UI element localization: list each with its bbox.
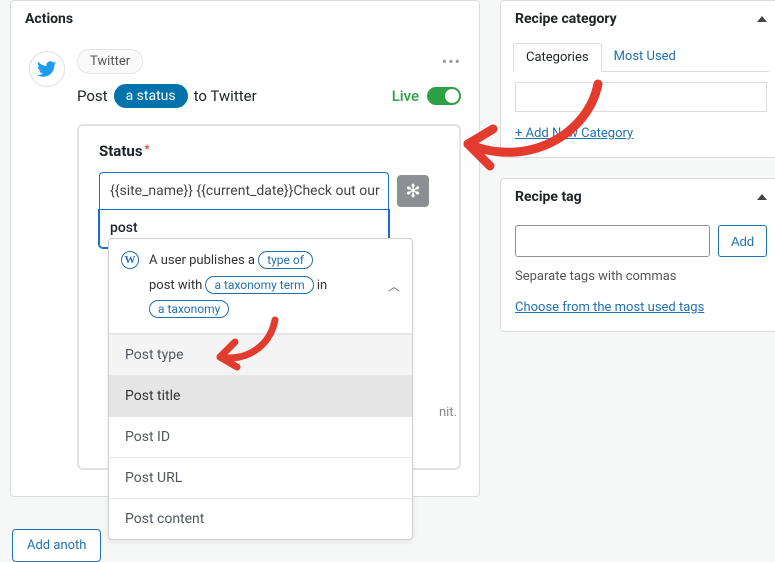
dropdown-item-post-title[interactable]: Post title: [109, 375, 412, 416]
tag-hint: Separate tags with commas: [515, 269, 767, 284]
collapse-icon[interactable]: [757, 194, 767, 200]
dropdown-trigger-header[interactable]: W A user publishes a type of post with a…: [109, 239, 412, 334]
status-label: Status: [99, 142, 143, 160]
service-pill[interactable]: Twitter: [77, 49, 143, 74]
twitter-icon: [29, 51, 65, 87]
status-pill[interactable]: a status: [114, 84, 188, 108]
dropdown-item-post-content[interactable]: Post content: [109, 498, 412, 539]
tab-most-used[interactable]: Most Used: [602, 43, 688, 71]
dropdown-item-post-id[interactable]: Post ID: [109, 416, 412, 457]
token-taxonomy[interactable]: a taxonomy: [149, 300, 229, 318]
wordpress-icon: W: [121, 251, 139, 269]
add-another-button[interactable]: Add anoth: [12, 529, 101, 562]
live-label: Live: [392, 87, 419, 105]
recipe-tag-panel: Recipe tag Add Separate tags with commas…: [500, 178, 775, 332]
live-toggle[interactable]: [427, 87, 461, 105]
add-new-category-link[interactable]: + Add New Category: [515, 126, 633, 141]
action-menu-icon[interactable]: •••: [442, 52, 461, 71]
actions-header: Actions: [11, 1, 479, 37]
token-taxonomy-term[interactable]: a taxonomy term: [205, 276, 313, 294]
token-dropdown: W A user publishes a type of post with a…: [108, 238, 413, 540]
dropdown-item-post-type[interactable]: Post type: [109, 334, 412, 375]
chevron-up-icon[interactable]: ︿: [388, 278, 400, 295]
sentence-pre: Post: [77, 87, 108, 105]
status-text-line1[interactable]: {{site_name}} {{current_date}}Check out …: [99, 172, 389, 210]
required-star: *: [145, 142, 150, 156]
dropdown-item-post-url[interactable]: Post URL: [109, 457, 412, 498]
recipe-tag-title: Recipe tag: [515, 189, 582, 205]
collapse-icon[interactable]: [757, 16, 767, 22]
token-insert-button[interactable]: ✻: [397, 175, 429, 207]
sentence-post: to Twitter: [194, 87, 257, 105]
tab-categories[interactable]: Categories: [513, 43, 602, 72]
char-limit-fragment: nit.: [439, 405, 457, 420]
recipe-category-title: Recipe category: [515, 11, 617, 27]
choose-tags-link[interactable]: Choose from the most used tags: [515, 300, 704, 315]
tag-input[interactable]: [515, 225, 710, 257]
recipe-category-panel: Recipe category Categories Most Used + A…: [500, 0, 775, 158]
actions-title: Actions: [25, 11, 73, 27]
add-tag-button[interactable]: Add: [718, 225, 767, 257]
token-type-of[interactable]: type of: [258, 251, 313, 269]
category-checklist[interactable]: [515, 82, 767, 112]
